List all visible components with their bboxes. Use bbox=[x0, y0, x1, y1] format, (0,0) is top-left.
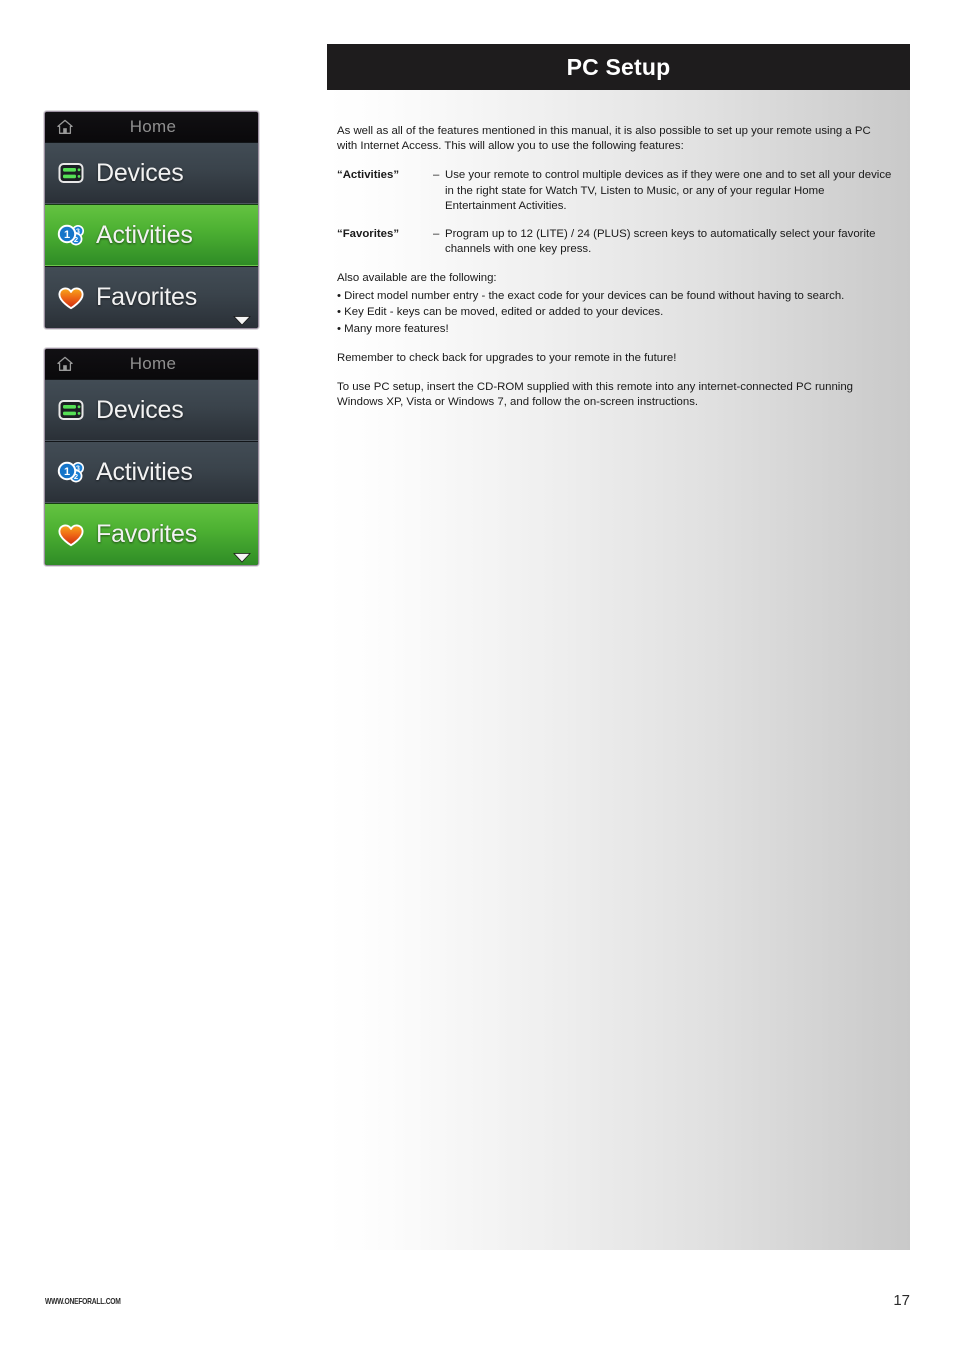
features-list-block: Also available are the following: • Dire… bbox=[337, 270, 892, 337]
definition-row-favorites: “Favorites” – Program up to 12 (LITE) / … bbox=[337, 227, 892, 257]
favorites-icon bbox=[56, 283, 86, 313]
list-item: • Many more features! bbox=[337, 322, 449, 335]
screen-title: Home bbox=[129, 354, 177, 373]
page-title: PC Setup bbox=[566, 53, 671, 80]
remember-paragraph: Remember to check back for upgrades to y… bbox=[337, 352, 677, 365]
definition-term-favorites: “Favorites” bbox=[337, 228, 400, 241]
devices-icon bbox=[56, 395, 86, 425]
definition-body-favorites: Program up to 12 (LITE) / 24 (PLUS) scre… bbox=[445, 228, 876, 256]
intro-paragraph: As well as all of the features mentioned… bbox=[337, 125, 871, 153]
screen-titlebar: Home bbox=[45, 349, 258, 379]
screen-row-favorites[interactable]: Favorites bbox=[45, 503, 258, 565]
list-item: • Key Edit - keys can be moved, edited o… bbox=[337, 306, 664, 319]
screen-row-label: Devices bbox=[96, 395, 184, 424]
remote-screen-favorites-selected: Home Devices 3 2 1 Activities Favorites bbox=[44, 348, 259, 566]
screen-row-devices[interactable]: Devices bbox=[45, 142, 258, 204]
definition-row-activities: “Activities” – Use your remote to contro… bbox=[337, 168, 892, 214]
devices-icon bbox=[56, 158, 86, 188]
svg-text:1: 1 bbox=[64, 229, 70, 241]
content-panel: As well as all of the features mentioned… bbox=[327, 90, 910, 1250]
remote-screen-activities-selected: Home Devices 3 2 1 Activities Favorites bbox=[44, 111, 259, 329]
list-item: • Direct model number entry - the exact … bbox=[337, 289, 845, 302]
page-header-bar: PC Setup bbox=[327, 44, 910, 90]
screen-title: Home bbox=[129, 117, 177, 136]
activities-icon: 3 2 1 bbox=[56, 457, 86, 487]
screen-row-label: Activities bbox=[96, 457, 193, 486]
closing-paragraph: To use PC setup, insert the CD-ROM suppl… bbox=[337, 381, 853, 409]
screen-row-devices[interactable]: Devices bbox=[45, 379, 258, 441]
screen-titlebar: Home bbox=[45, 112, 258, 142]
screen-row-favorites[interactable]: Favorites bbox=[45, 266, 258, 328]
definition-dash-activities: – bbox=[433, 169, 440, 182]
screen-row-activities[interactable]: 3 2 1 Activities bbox=[45, 441, 258, 503]
activities-icon: 3 2 1 bbox=[56, 220, 86, 250]
svg-text:1: 1 bbox=[64, 466, 70, 478]
home-icon bbox=[56, 118, 74, 136]
footer-page-number: 17 bbox=[893, 1292, 910, 1309]
chevron-down-icon[interactable] bbox=[233, 313, 251, 326]
definition-term-activities: “Activities” bbox=[337, 169, 400, 182]
screen-row-label: Favorites bbox=[96, 283, 198, 311]
definition-body-activities: Use your remote to control multiple devi… bbox=[445, 169, 892, 212]
screen-row-label: Activities bbox=[96, 220, 193, 249]
page-root: PC Setup As well as all of the features … bbox=[0, 0, 954, 1350]
screen-row-activities[interactable]: 3 2 1 Activities bbox=[45, 204, 258, 266]
home-icon bbox=[56, 355, 74, 373]
screen-row-label: Favorites bbox=[96, 520, 198, 548]
favorites-icon bbox=[56, 520, 86, 550]
screen-row-label: Devices bbox=[96, 158, 184, 187]
chevron-down-icon[interactable] bbox=[233, 550, 251, 563]
definition-dash-favorites: – bbox=[433, 228, 440, 241]
features-list-lead: Also available are the following: bbox=[337, 272, 497, 285]
footer-website-url: WWW.ONEFORALL.COM bbox=[45, 1297, 121, 1306]
